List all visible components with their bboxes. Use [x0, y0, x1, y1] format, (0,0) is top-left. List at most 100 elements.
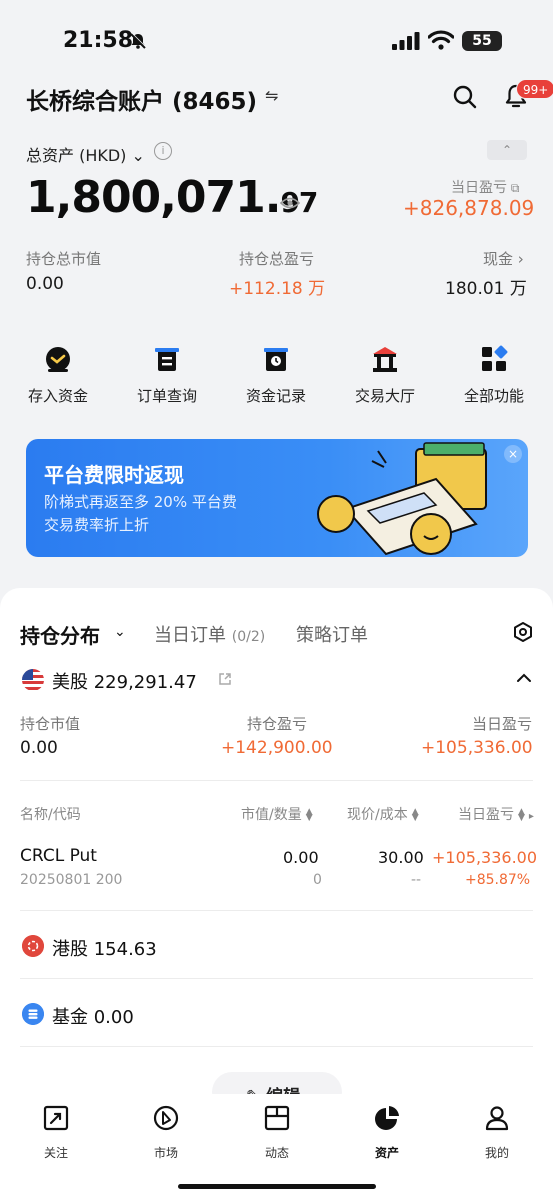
us-day-value: +105,336.00	[421, 738, 533, 758]
quick-action-label: 订单查询	[136, 387, 197, 405]
row-price: 30.00	[378, 848, 424, 867]
watchlist-icon	[43, 1105, 69, 1131]
row-day-pnl: +105,336.00	[432, 848, 538, 867]
wifi-icon	[428, 30, 454, 50]
sort-icon: ▲ ▼	[305, 807, 313, 823]
assets-icon	[375, 1106, 399, 1130]
row-name[interactable]: CRCL Put	[20, 846, 97, 866]
notification-badge: 99+	[516, 79, 553, 99]
tab-today-orders-label: 当日订单	[154, 625, 226, 646]
tab-holdings[interactable]: 持仓分布	[20, 620, 100, 649]
battery-level: 55	[472, 33, 492, 49]
nav-label: 我的	[484, 1146, 509, 1160]
col-header-day-pnl[interactable]: 当日盈亏 ▲ ▼ ▸	[458, 804, 534, 824]
nav-feed[interactable]: 动态	[247, 1104, 307, 1161]
nav-label: 关注	[43, 1146, 68, 1160]
daily-pnl-label-text: 当日盈亏	[451, 180, 507, 196]
quick-action-label: 资金记录	[245, 387, 306, 405]
holdings-pnl-label: 持仓总盈亏	[239, 250, 315, 268]
profile-icon	[485, 1106, 509, 1131]
cash-label[interactable]: 现金 ›	[483, 248, 524, 269]
home-indicator[interactable]	[178, 1184, 376, 1189]
search-icon[interactable]	[452, 84, 478, 110]
fund-icon	[22, 1003, 44, 1025]
fund-title[interactable]: 基金 0.00	[52, 1003, 134, 1029]
col-header-day-pnl-text: 当日盈亏	[458, 807, 514, 823]
row-market-value: 0.00	[283, 848, 319, 867]
collapse-button[interactable]: ⌃	[487, 140, 527, 160]
swap-account-icon[interactable]: ⇋	[265, 86, 278, 105]
banner-subtitle-2: 交易费率折上折	[44, 516, 150, 534]
scroll-right-icon: ▸	[528, 811, 534, 822]
eye-icon[interactable]	[280, 196, 300, 210]
hk-flag-icon	[22, 935, 44, 957]
record-icon	[264, 348, 288, 371]
quick-action-trading-hall[interactable]: 交易大厅	[335, 345, 435, 406]
col-header-name: 名称/代码	[20, 807, 81, 823]
chevron-right-icon: ›	[513, 250, 524, 268]
cellular-signal-icon	[392, 32, 420, 50]
cash-label-text: 现金	[483, 250, 514, 268]
sort-icon: ▲ ▼	[411, 807, 419, 823]
promo-banner[interactable]: 平台费限时返现 阶梯式再返至多 20% 平台费 交易费率折上折 ×	[26, 439, 528, 557]
nav-market[interactable]: 市场	[136, 1104, 196, 1161]
us-mv-value: 0.00	[20, 738, 58, 758]
us-pnl-value: +142,900.00	[221, 738, 333, 758]
col-header-price-text: 现价/成本	[347, 807, 408, 823]
us-day-label: 当日盈亏	[472, 715, 533, 733]
row-quantity: 0	[313, 872, 322, 888]
tab-strategy-orders[interactable]: 策略订单	[296, 621, 368, 647]
banner-subtitle-1: 阶梯式再返至多 20% 平台费	[44, 493, 237, 511]
quick-action-label: 交易大厅	[354, 387, 415, 405]
cash-value: 180.01 万	[445, 279, 527, 299]
info-icon[interactable]: i	[154, 142, 172, 160]
account-title[interactable]: 长桥综合账户 (8465)	[26, 82, 257, 116]
tab-today-orders[interactable]: 当日订单 (0/2)	[154, 621, 265, 647]
quick-action-all-features[interactable]: 全部功能	[444, 345, 544, 406]
daily-pnl-value: +826,878.09	[403, 196, 535, 220]
col-header-price[interactable]: 现价/成本 ▲ ▼	[347, 804, 419, 824]
col-header-market-value[interactable]: 市值/数量 ▲ ▼	[241, 804, 313, 824]
hall-icon	[373, 347, 397, 372]
deposit-icon	[46, 347, 70, 372]
hk-stocks-title[interactable]: 港股 154.63	[52, 935, 157, 961]
daily-pnl-label[interactable]: 当日盈亏 ⧉	[451, 177, 519, 197]
grid-icon	[482, 345, 508, 371]
quick-action-records[interactable]: 资金记录	[226, 345, 326, 406]
row-day-pnl-pct: +85.87%	[465, 872, 531, 888]
external-link-icon: ⧉	[507, 181, 520, 195]
nav-label: 市场	[153, 1146, 178, 1160]
nav-assets[interactable]: 资产	[357, 1104, 417, 1161]
external-link-icon[interactable]	[218, 672, 232, 686]
nav-label: 动态	[264, 1146, 289, 1160]
total-assets-label-text: 总资产 (HKD)	[26, 146, 127, 165]
chevron-down-icon[interactable]: ⌄	[114, 624, 126, 640]
us-flag-icon	[22, 669, 44, 691]
row-code: 20250801 200	[20, 872, 123, 888]
tab-today-orders-count: (0/2)	[231, 629, 266, 645]
quick-action-label: 存入资金	[27, 387, 88, 405]
quick-action-deposit[interactable]: 存入资金	[8, 345, 108, 406]
chevron-up-icon[interactable]	[516, 672, 532, 684]
banner-title: 平台费限时返现	[44, 463, 184, 487]
status-time: 21:58	[63, 28, 134, 53]
coins-calculator-illustration	[317, 442, 487, 556]
total-assets-value: 1,800,071.97	[26, 172, 318, 223]
total-assets-integer: 1,800,071.	[26, 172, 281, 223]
holdings-mv-label: 持仓总市值	[26, 250, 102, 268]
nav-watchlist[interactable]: 关注	[26, 1104, 86, 1161]
us-mv-label: 持仓市值	[20, 715, 81, 733]
market-icon	[153, 1105, 179, 1131]
battery-indicator: 55	[462, 31, 502, 51]
divider	[20, 1046, 533, 1047]
holdings-pnl-value: +112.18 万	[229, 279, 326, 299]
banner-close-button[interactable]: ×	[504, 445, 522, 463]
us-pnl-label: 持仓盈亏	[247, 715, 308, 733]
feed-icon	[264, 1105, 290, 1131]
total-assets-label[interactable]: 总资产 (HKD) ⌄	[26, 142, 145, 166]
divider	[20, 910, 533, 911]
quick-action-orders[interactable]: 订单查询	[117, 345, 217, 406]
us-stocks-title[interactable]: 美股 229,291.47	[52, 668, 197, 694]
nav-profile[interactable]: 我的	[467, 1104, 527, 1161]
settings-icon[interactable]	[512, 621, 534, 643]
